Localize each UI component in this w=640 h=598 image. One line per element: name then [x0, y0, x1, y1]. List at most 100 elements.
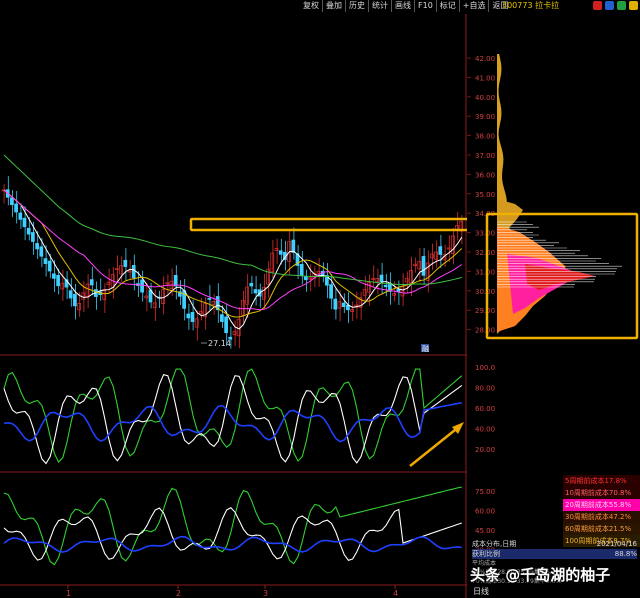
candle-body: [375, 278, 380, 282]
toolbar-item-3[interactable]: 统计: [369, 0, 392, 12]
candle-body: [341, 302, 346, 308]
dist-date: 2021/04/16: [596, 540, 637, 548]
price-tick-label: 42.00: [475, 55, 495, 63]
candle-body: [194, 318, 199, 328]
candle-body: [446, 247, 451, 250]
corner-icons: [593, 1, 638, 10]
toolbar-item-6[interactable]: 标记: [437, 0, 460, 12]
time-tick-label: 1: [66, 589, 71, 598]
dist-title: 成本分布,日期: [472, 540, 517, 548]
candle-body: [115, 268, 119, 270]
candle-body: [316, 270, 321, 274]
candle-body: [190, 312, 195, 323]
price-tick-label: 36.00: [475, 171, 495, 179]
profit-ratio-label: 获利比例: [472, 550, 500, 558]
candle-body: [270, 252, 275, 273]
candle-body: [291, 239, 296, 253]
candle-body: [308, 277, 312, 280]
candle-body: [161, 289, 165, 304]
time-tick-label: 2: [176, 589, 181, 598]
candle-body: [199, 311, 203, 314]
candle-body: [333, 298, 338, 310]
osc1-tick-label: 20.00: [475, 446, 495, 454]
toolbar-item-1[interactable]: 叠加: [323, 0, 346, 12]
candle-body: [299, 264, 304, 277]
candle-body: [304, 276, 308, 281]
oscillator-panel-1: [3, 368, 463, 465]
toolbar-item-5[interactable]: F10: [415, 0, 437, 12]
cost-legend-row: 10周期前成本70.8%: [563, 487, 640, 499]
cost-legend-row: 60周期前成本21.5%: [563, 523, 640, 535]
candle-body: [241, 300, 245, 316]
ma-line-5: [3, 189, 463, 330]
candle-body: [26, 227, 31, 235]
candle-body: [379, 274, 384, 283]
profit-ratio-value: 88.8%: [614, 550, 637, 558]
candle-body: [102, 289, 107, 300]
candle-body: [123, 259, 128, 267]
candle-body: [165, 282, 170, 285]
stock-title: 300773 拉卡拉: [502, 1, 560, 10]
candle-body: [10, 197, 14, 206]
candle-body: [52, 273, 56, 279]
time-tick-label: 4: [393, 589, 398, 598]
period-tab-daily[interactable]: 日线: [473, 586, 489, 597]
osc1-tick-label: 100.0: [475, 364, 495, 372]
candle-body: [211, 301, 216, 305]
cost-distribution-profile: [497, 54, 622, 334]
cost-legend-row: 5周期前成本17.8%: [563, 475, 640, 487]
window-red-icon[interactable]: [593, 1, 602, 10]
candle-body: [371, 278, 375, 280]
uptrend-arrow-icon: [409, 425, 461, 467]
candle-body: [278, 250, 283, 255]
watermark: 头条 @千岛湖的柚子: [470, 566, 611, 584]
toolbar-item-0[interactable]: 复权: [300, 0, 323, 12]
candle-body: [434, 251, 438, 260]
osc2-line: [3, 486, 462, 566]
oscillator-1-axis: 100.0 80.00 60.00 40.00 20.00: [475, 364, 495, 454]
candle-body: [367, 282, 371, 293]
candle-body: [186, 313, 191, 319]
price-tick-label: 33.00: [475, 230, 495, 238]
price-tick-label: 38.00: [475, 133, 495, 141]
candle-body: [383, 284, 388, 288]
candle-body: [409, 270, 413, 284]
candle-body: [245, 286, 249, 305]
candle-body: [85, 283, 90, 298]
candle-body: [89, 279, 94, 286]
price-tick-label: 30.00: [475, 288, 495, 296]
ma-line-10: [3, 189, 463, 318]
window-blue-icon[interactable]: [605, 1, 614, 10]
candle-body: [127, 270, 132, 273]
price-tick-label: 32.00: [475, 249, 495, 257]
candle-body: [400, 286, 405, 297]
candle-body: [77, 303, 81, 311]
resistance-highlight-box: [189, 217, 467, 232]
osc2-line: [3, 507, 462, 561]
window-green-icon[interactable]: [617, 1, 626, 10]
candle-body: [73, 293, 77, 307]
toolbar-item-2[interactable]: 历史: [346, 0, 369, 12]
price-axis-labels: 42.00 41.00 40.00 39.00 38.00 37.00 36.00 35.00…: [467, 55, 495, 335]
price-tick-label: 40.00: [475, 94, 495, 102]
candle-body: [22, 217, 27, 228]
candle-body: [350, 308, 354, 312]
top-toolbar: 复权 叠加 历史 统计 画线 F10 标记 +自选 返回: [300, 0, 508, 12]
toolbar-item-7[interactable]: +自选: [460, 0, 490, 12]
candle-body: [253, 289, 258, 294]
cost-legend-row: 30周期前成本47.2%: [563, 511, 640, 523]
candle-body: [404, 278, 409, 283]
candle-body: [60, 282, 65, 290]
oscillator-panel-2: [3, 486, 462, 566]
candle-body: [43, 258, 48, 264]
toolbar-item-4[interactable]: 画线: [392, 0, 415, 12]
candle-body: [68, 290, 73, 299]
window-yellow-icon[interactable]: [629, 1, 638, 10]
candle-body: [144, 295, 149, 299]
candle-body: [173, 274, 178, 287]
price-tick-label: 29.00: [475, 307, 495, 315]
candle-body: [232, 331, 237, 336]
candle-body: [236, 318, 241, 337]
price-tick-label: 28.00: [475, 327, 495, 335]
price-tick-label: 41.00: [475, 74, 495, 82]
